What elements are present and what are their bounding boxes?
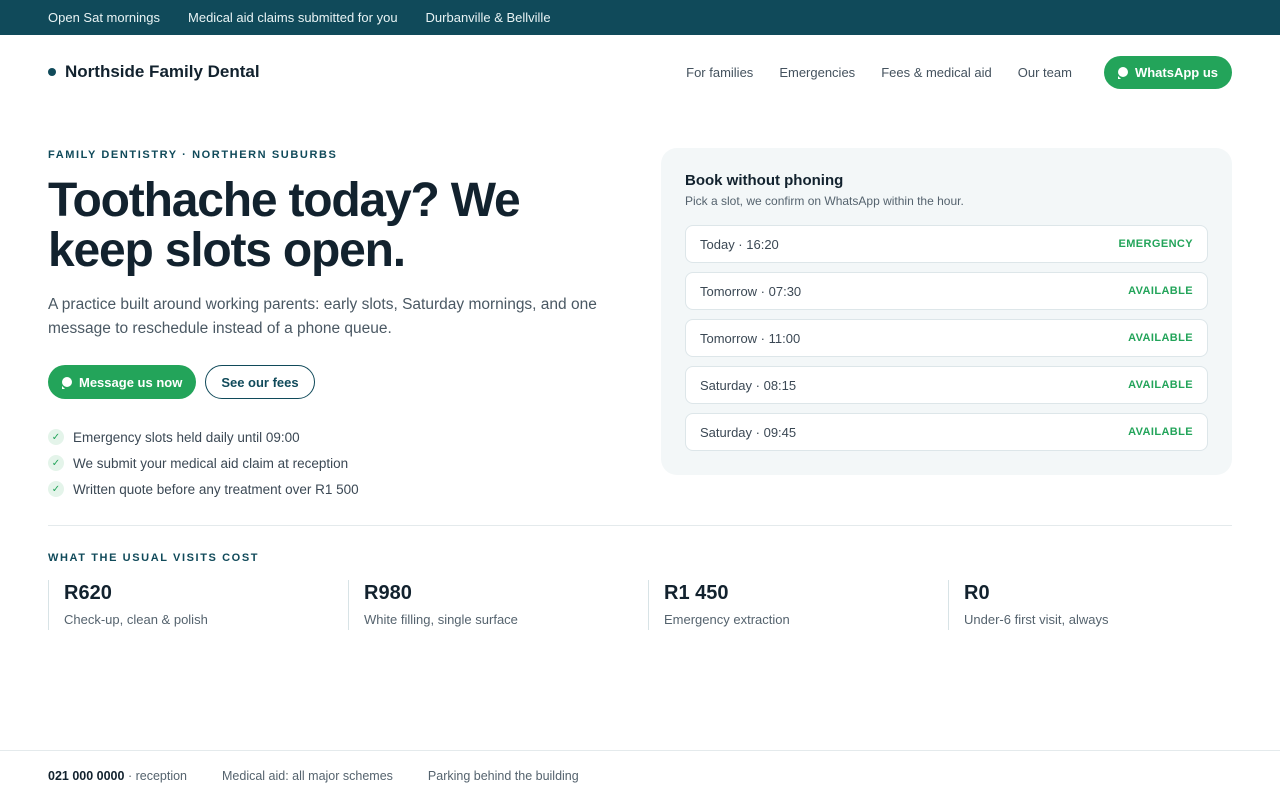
topbar-item-hours: Open Sat mornings — [48, 10, 161, 25]
booking-title: Book without phoning — [685, 172, 844, 189]
cost-price: R980 — [364, 582, 412, 604]
hero-cta-row: Message us now See our fees — [48, 365, 315, 399]
benefits-list: ✓ Emergency slots held daily until 09:00… — [48, 424, 359, 502]
nav-our-team[interactable]: Our team — [1018, 65, 1072, 80]
chat-bubble-icon — [62, 377, 72, 389]
slot-option[interactable]: Tomorrow · 11:00 AVAILABLE — [685, 319, 1208, 357]
footer-parking: Parking behind the building — [427, 768, 579, 783]
cost-list: R620 Check-up, clean & polish R980 White… — [48, 580, 1248, 630]
whatsapp-button-label: WhatsApp us — [1134, 64, 1218, 80]
footer-phone[interactable]: 021 000 0000 · reception — [48, 769, 187, 783]
hero-eyebrow: FAMILY DENTISTRY · NORTHERN SUBURBS — [48, 149, 338, 161]
slot-status-badge: AVAILABLE — [1128, 285, 1193, 297]
slot-time: Tomorrow · 11:00 — [700, 330, 801, 346]
costs-heading: WHAT THE USUAL VISITS COST — [48, 552, 260, 564]
site-header: Northside Family Dental For families Eme… — [0, 35, 1280, 109]
cost-description: White filling, single surface — [364, 612, 518, 627]
slot-status-badge: AVAILABLE — [1128, 332, 1193, 344]
cost-item: R620 Check-up, clean & polish — [48, 580, 348, 630]
nav-emergencies[interactable]: Emergencies — [779, 65, 855, 80]
slot-list: Today · 16:20 EMERGENCY Tomorrow · 07:30… — [685, 225, 1208, 451]
hero-subtitle: A practice built around working parents:… — [48, 296, 597, 337]
benefit-item: ✓ We submit your medical aid claim at re… — [48, 450, 359, 476]
benefit-text: We submit your medical aid claim at rece… — [73, 455, 349, 471]
topbar-item-claims: Medical aid claims submitted for you — [188, 10, 398, 25]
see-fees-button[interactable]: See our fees — [205, 365, 315, 399]
slot-status-badge: EMERGENCY — [1118, 238, 1193, 250]
benefit-text: Emergency slots held daily until 09:00 — [73, 429, 300, 445]
slot-option[interactable]: Tomorrow · 07:30 AVAILABLE — [685, 272, 1208, 310]
slot-time: Today · 16:20 — [700, 236, 779, 252]
brand-dot-icon — [48, 68, 56, 76]
check-icon: ✓ — [48, 481, 64, 497]
top-info-bar: Open Sat mornings Medical aid claims sub… — [0, 0, 1280, 35]
slot-option[interactable]: Saturday · 09:45 AVAILABLE — [685, 413, 1208, 451]
slot-time: Tomorrow · 07:30 — [700, 283, 802, 299]
chat-bubble-icon — [1117, 67, 1128, 79]
brand-name: Northside Family Dental — [65, 62, 260, 81]
footer-phone-suffix: · reception — [124, 768, 187, 783]
cost-item: R980 White filling, single surface — [348, 580, 648, 630]
cost-price: R0 — [964, 582, 990, 604]
message-us-label: Message us now — [79, 374, 183, 390]
slot-option[interactable]: Today · 16:20 EMERGENCY — [685, 225, 1208, 263]
cost-description: Emergency extraction — [664, 612, 790, 627]
footer-medical-aid: Medical aid: all major schemes — [222, 768, 393, 783]
booking-subtitle: Pick a slot, we confirm on WhatsApp with… — [685, 194, 964, 208]
nav-fees-medical-aid[interactable]: Fees & medical aid — [881, 65, 992, 80]
cost-item: R1 450 Emergency extraction — [648, 580, 948, 630]
nav-for-families[interactable]: For families — [686, 65, 753, 80]
cost-item: R0 Under-6 first visit, always — [948, 580, 1248, 630]
cost-description: Check-up, clean & polish — [64, 612, 208, 627]
slot-option[interactable]: Saturday · 08:15 AVAILABLE — [685, 366, 1208, 404]
cost-price: R1 450 — [664, 582, 729, 604]
brand-logo[interactable]: Northside Family Dental — [48, 62, 260, 82]
hero-title: Toothache today? We keep slots open. — [48, 174, 521, 277]
topbar-item-locations: Durbanville & Bellville — [425, 10, 551, 25]
check-icon: ✓ — [48, 455, 64, 471]
slot-status-badge: AVAILABLE — [1128, 426, 1193, 438]
slot-time: Saturday · 09:45 — [700, 424, 797, 440]
benefit-item: ✓ Written quote before any treatment ove… — [48, 476, 359, 502]
section-divider — [48, 525, 1232, 526]
booking-card: Book without phoning Pick a slot, we con… — [661, 148, 1232, 475]
benefit-text: Written quote before any treatment over … — [73, 481, 359, 497]
slot-status-badge: AVAILABLE — [1128, 379, 1193, 391]
site-footer: 021 000 0000 · reception Medical aid: al… — [0, 750, 1280, 800]
whatsapp-button[interactable]: WhatsApp us — [1103, 55, 1232, 89]
message-us-button[interactable]: Message us now — [48, 365, 197, 399]
main-nav: For families Emergencies Fees & medical … — [686, 55, 1232, 89]
benefit-item: ✓ Emergency slots held daily until 09:00 — [48, 424, 359, 450]
cost-price: R620 — [64, 582, 112, 604]
slot-time: Saturday · 08:15 — [700, 377, 797, 393]
check-icon: ✓ — [48, 429, 64, 445]
footer-phone-number: 021 000 0000 — [48, 768, 125, 783]
cost-description: Under-6 first visit, always — [964, 612, 1109, 627]
